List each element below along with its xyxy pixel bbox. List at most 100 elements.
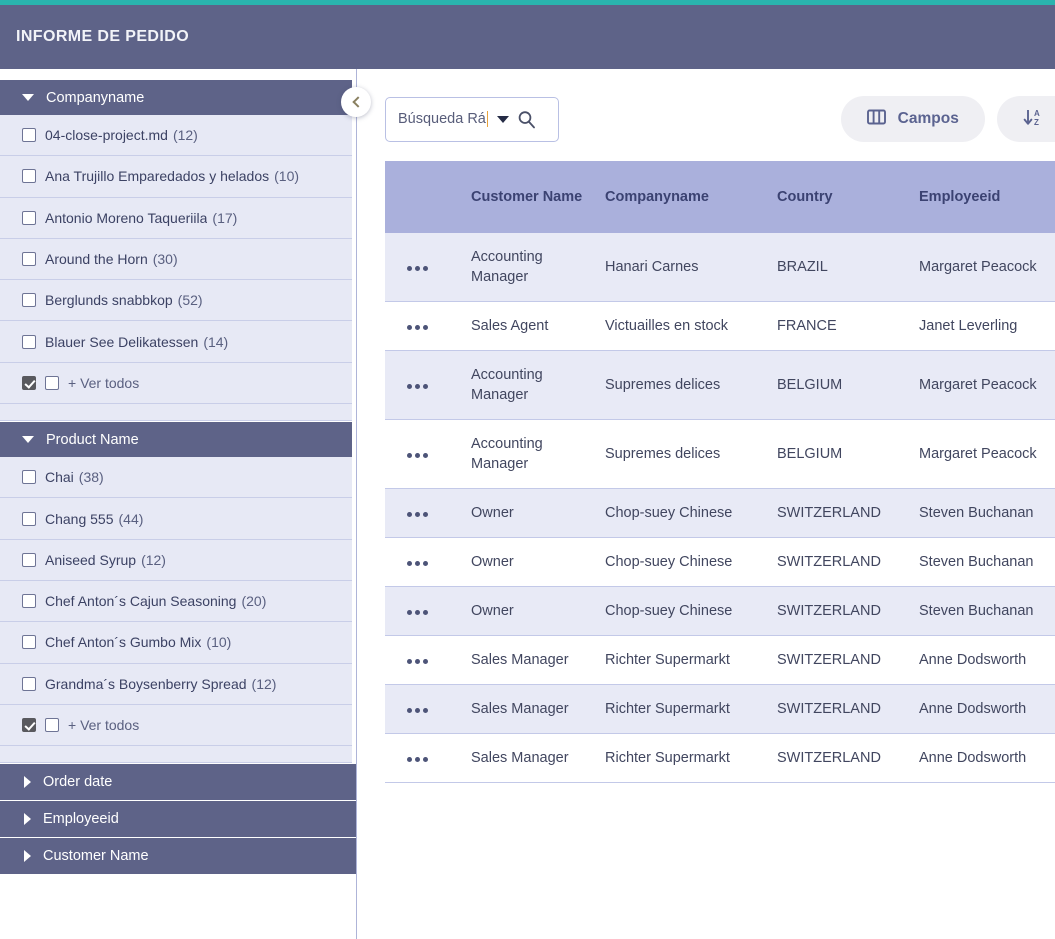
filter-option[interactable]: Chai(38): [0, 457, 352, 498]
ellipsis-menu-icon[interactable]: [385, 512, 428, 517]
filter-group-tail: [0, 746, 352, 763]
campos-button[interactable]: Campos: [841, 96, 985, 142]
cell-employeeid: Margaret Peacock: [919, 420, 1055, 489]
filter-group-header-product-name[interactable]: Product Name: [0, 421, 352, 457]
filter-option-count: (10): [274, 168, 299, 184]
checkbox[interactable]: [22, 211, 36, 225]
checkbox[interactable]: [22, 293, 36, 307]
filter-option[interactable]: Aniseed Syrup (12): [0, 540, 352, 581]
filter-option[interactable]: Grandma´s Boysenberry Spread(12): [0, 664, 352, 705]
ellipsis-menu-icon[interactable]: [385, 659, 428, 664]
filter-option[interactable]: Berglunds snabbkop(52): [0, 280, 352, 321]
cell-customer-name: Owner: [471, 538, 605, 587]
caret-down-icon: [22, 94, 34, 101]
filter-group-title: Product Name: [46, 432, 139, 448]
cell-employeeid: Steven Buchanan: [919, 489, 1055, 538]
filter-option[interactable]: Chef Anton´s Cajun Seasoning(20): [0, 581, 352, 622]
checkbox[interactable]: [45, 718, 59, 732]
ellipsis-menu-icon[interactable]: [385, 610, 428, 615]
column-header-employeeid[interactable]: Employeeid: [919, 161, 1055, 233]
cell-country: SWITZERLAND: [777, 587, 919, 636]
search-icon[interactable]: [517, 110, 536, 129]
filter-option[interactable]: Around the Horn(30): [0, 239, 352, 280]
checkbox[interactable]: [45, 376, 59, 390]
chevron-down-icon[interactable]: [497, 116, 509, 123]
ordenar-button[interactable]: A Z Orde: [997, 96, 1055, 142]
table-row[interactable]: Sales ManagerRichter SupermarktSWITZERLA…: [385, 636, 1055, 685]
filter-option-label: Grandma´s Boysenberry Spread: [45, 676, 247, 692]
table-row[interactable]: OwnerChop-suey ChineseSWITZERLANDSteven …: [385, 538, 1055, 587]
checkbox[interactable]: [22, 470, 36, 484]
column-header-country[interactable]: Country: [777, 161, 919, 233]
table-row[interactable]: OwnerChop-suey ChineseSWITZERLANDSteven …: [385, 587, 1055, 636]
row-actions-cell[interactable]: [385, 420, 471, 489]
table-row[interactable]: Sales ManagerRichter SupermarktSWITZERLA…: [385, 685, 1055, 734]
checkbox[interactable]: [22, 677, 36, 691]
filter-group-header-employeeid[interactable]: Employeeid: [0, 800, 356, 837]
row-actions-cell[interactable]: [385, 685, 471, 734]
checkbox[interactable]: [22, 553, 36, 567]
row-actions-cell[interactable]: [385, 538, 471, 587]
filter-option-label: 04-close-project.md: [45, 127, 168, 143]
row-actions-cell[interactable]: [385, 734, 471, 783]
checkbox[interactable]: [22, 335, 36, 349]
ellipsis-menu-icon[interactable]: [385, 266, 428, 271]
ellipsis-menu-icon[interactable]: [385, 561, 428, 566]
cell-country: FRANCE: [777, 302, 919, 351]
search-input[interactable]: Búsqueda Rá: [385, 97, 559, 142]
sidebar-collapse-button[interactable]: [341, 87, 371, 117]
filter-option-label: Aniseed Syrup: [45, 552, 136, 568]
column-header-customer-name[interactable]: Customer Name: [471, 161, 605, 233]
ellipsis-menu-icon[interactable]: [385, 757, 428, 762]
filter-group-header-companyname[interactable]: Companyname: [0, 79, 352, 115]
cell-customer-name: Sales Manager: [471, 734, 605, 783]
checkbox[interactable]: [22, 512, 36, 526]
row-actions-cell[interactable]: [385, 489, 471, 538]
cell-customer-name: Owner: [471, 489, 605, 538]
row-actions-cell[interactable]: [385, 302, 471, 351]
table-row[interactable]: Accounting ManagerSupremes delicesBELGIU…: [385, 420, 1055, 489]
ellipsis-menu-icon[interactable]: [385, 708, 428, 713]
ellipsis-menu-icon[interactable]: [385, 453, 428, 458]
filter-option[interactable]: Antonio Moreno Taqueriila(17): [0, 198, 352, 239]
table-row[interactable]: Sales ManagerRichter SupermarktSWITZERLA…: [385, 734, 1055, 783]
table-row[interactable]: Accounting ManagerSupremes delicesBELGIU…: [385, 351, 1055, 420]
table-body: Accounting ManagerHanari CarnesBRAZILMar…: [385, 233, 1055, 783]
ellipsis-menu-icon[interactable]: [385, 325, 428, 330]
column-header-actions[interactable]: [385, 161, 471, 233]
column-header-companyname[interactable]: Companyname: [605, 161, 777, 233]
cell-companyname: Chop-suey Chinese: [605, 489, 777, 538]
see-all-row[interactable]: + Ver todos: [0, 363, 352, 404]
filter-option-count: (12): [141, 552, 166, 568]
filter-group-header-order-date[interactable]: Order date: [0, 763, 356, 800]
cell-companyname: Victuailles en stock: [605, 302, 777, 351]
select-all-checkbox[interactable]: [22, 718, 36, 732]
data-table: Customer Name Companyname Country Employ…: [385, 161, 1055, 783]
checkbox[interactable]: [22, 635, 36, 649]
filter-option[interactable]: Blauer See Delikatessen(14): [0, 321, 352, 362]
filter-option[interactable]: Chef Anton´s Gumbo Mix(10): [0, 622, 352, 663]
cell-companyname: Richter Supermarkt: [605, 636, 777, 685]
row-actions-cell[interactable]: [385, 351, 471, 420]
filter-option[interactable]: Chang 555(44): [0, 498, 352, 539]
cell-companyname: Richter Supermarkt: [605, 734, 777, 783]
caret-right-icon: [24, 850, 31, 862]
filter-option[interactable]: Ana Trujillo Emparedados y helados(10): [0, 156, 352, 197]
row-actions-cell[interactable]: [385, 636, 471, 685]
cell-employeeid: Anne Dodsworth: [919, 685, 1055, 734]
checkbox[interactable]: [22, 169, 36, 183]
see-all-row[interactable]: + Ver todos: [0, 705, 352, 746]
row-actions-cell[interactable]: [385, 587, 471, 636]
filter-option[interactable]: 04-close-project.md(12): [0, 115, 352, 156]
checkbox[interactable]: [22, 594, 36, 608]
row-actions-cell[interactable]: [385, 233, 471, 302]
checkbox[interactable]: [22, 128, 36, 142]
table-row[interactable]: Sales AgentVictuailles en stockFRANCEJan…: [385, 302, 1055, 351]
table-row[interactable]: Accounting ManagerHanari CarnesBRAZILMar…: [385, 233, 1055, 302]
select-all-checkbox[interactable]: [22, 376, 36, 390]
table-row[interactable]: OwnerChop-suey ChineseSWITZERLANDSteven …: [385, 489, 1055, 538]
ellipsis-menu-icon[interactable]: [385, 384, 428, 389]
cell-customer-name: Sales Agent: [471, 302, 605, 351]
filter-group-header-customer-name[interactable]: Customer Name: [0, 837, 356, 874]
checkbox[interactable]: [22, 252, 36, 266]
